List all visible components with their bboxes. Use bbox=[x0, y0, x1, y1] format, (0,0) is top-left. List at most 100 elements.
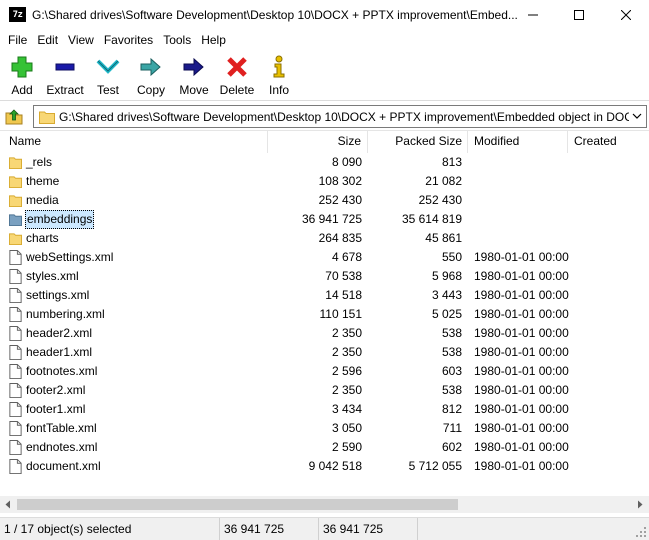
toolbar: Add Extract Test Copy Move Delete Info bbox=[0, 51, 649, 101]
file-packed-size: 5 712 055 bbox=[408, 459, 462, 473]
info-label: Info bbox=[268, 83, 289, 97]
chevron-down-icon[interactable] bbox=[632, 111, 642, 121]
folder-up-icon[interactable] bbox=[5, 107, 23, 125]
scroll-right-icon[interactable] bbox=[636, 500, 644, 509]
file-size: 110 151 bbox=[319, 307, 363, 321]
delete-icon bbox=[227, 57, 247, 77]
file-row[interactable]: footer1.xml 3 434 812 1980-01-01 00:00 bbox=[0, 400, 649, 419]
menu-view[interactable]: View bbox=[63, 30, 99, 50]
file-name: theme bbox=[26, 174, 60, 188]
file-icon bbox=[9, 269, 22, 284]
file-name: footnotes.xml bbox=[26, 364, 98, 378]
minimize-icon bbox=[528, 14, 538, 16]
file-packed-size: 711 bbox=[442, 421, 462, 435]
minimize-button[interactable] bbox=[510, 0, 556, 30]
file-row[interactable]: styles.xml 70 538 5 968 1980-01-01 00:00 bbox=[0, 267, 649, 286]
file-name: charts bbox=[26, 231, 59, 245]
info-button[interactable]: Info bbox=[266, 55, 292, 97]
status-bar: 1 / 17 object(s) selected 36 941 725 36 … bbox=[0, 517, 649, 540]
file-name: header1.xml bbox=[26, 345, 93, 359]
file-row[interactable]: numbering.xml 110 151 5 025 1980-01-01 00:0… bbox=[0, 305, 649, 324]
maximize-icon bbox=[574, 10, 584, 20]
address-field[interactable]: G:\Shared drives\Software Development\De… bbox=[33, 105, 647, 128]
menu-help[interactable]: Help bbox=[196, 30, 231, 50]
column-modified[interactable]: Modified bbox=[468, 131, 568, 153]
file-name: styles.xml bbox=[26, 269, 79, 283]
file-row[interactable]: document.xml 9 042 518 5 712 055 1980-01-01… bbox=[0, 457, 649, 476]
scroll-left-icon[interactable] bbox=[4, 500, 12, 509]
column-created[interactable]: Created bbox=[568, 131, 649, 153]
folder-row[interactable]: _rels 8 090 813 bbox=[0, 153, 649, 172]
file-modified: 1980-01-01 00:00 bbox=[474, 269, 569, 283]
menu-tools[interactable]: Tools bbox=[158, 30, 196, 50]
file-icon bbox=[9, 459, 22, 474]
file-size: 36 941 725 bbox=[301, 212, 362, 226]
file-modified: 1980-01-01 00:00 bbox=[474, 459, 569, 473]
file-row[interactable]: footnotes.xml 2 596 603 1980-01-01 00:00 bbox=[0, 362, 649, 381]
file-size: 2 350 bbox=[331, 345, 362, 359]
folder-icon bbox=[39, 111, 55, 124]
extract-button[interactable]: Extract bbox=[44, 55, 86, 97]
file-modified: 1980-01-01 00:00 bbox=[474, 364, 569, 378]
status-packed: 36 941 725 bbox=[319, 518, 418, 540]
file-row[interactable]: fontTable.xml 3 050 711 1980-01-01 00:00 bbox=[0, 419, 649, 438]
status-selection: 1 / 17 object(s) selected bbox=[0, 518, 220, 540]
file-packed-size: 5 968 bbox=[431, 269, 462, 283]
file-name: embeddings bbox=[25, 210, 95, 229]
file-packed-size: 5 025 bbox=[431, 307, 462, 321]
file-size: 70 538 bbox=[325, 269, 362, 283]
file-modified: 1980-01-01 00:00 bbox=[474, 326, 569, 340]
close-icon bbox=[621, 10, 631, 20]
maximize-button[interactable] bbox=[556, 0, 602, 30]
folder-icon bbox=[9, 233, 22, 245]
horizontal-scrollbar[interactable] bbox=[0, 496, 649, 513]
title-bar: 7z G:\Shared drives\Software Development… bbox=[0, 0, 649, 30]
file-name: _rels bbox=[26, 155, 53, 169]
file-modified: 1980-01-01 00:00 bbox=[474, 345, 569, 359]
folder-row[interactable]: theme 108 302 21 082 bbox=[0, 172, 649, 191]
folder-row[interactable]: media 252 430 252 430 bbox=[0, 191, 649, 210]
file-icon bbox=[9, 288, 22, 303]
file-row[interactable]: header2.xml 2 350 538 1980-01-01 00:00 bbox=[0, 324, 649, 343]
file-icon bbox=[9, 440, 22, 455]
file-size: 2 350 bbox=[331, 326, 362, 340]
file-row[interactable]: settings.xml 14 518 3 443 1980-01-01 00:00 bbox=[0, 286, 649, 305]
add-icon bbox=[11, 56, 33, 78]
file-packed-size: 538 bbox=[441, 383, 462, 397]
file-row[interactable]: header1.xml 2 350 538 1980-01-01 00:00 bbox=[0, 343, 649, 362]
scrollbar-thumb[interactable] bbox=[17, 499, 458, 510]
file-row[interactable]: footer2.xml 2 350 538 1980-01-01 00:00 bbox=[0, 381, 649, 400]
test-icon bbox=[96, 59, 120, 74]
file-row[interactable]: webSettings.xml 4 678 550 1980-01-01 00:00 bbox=[0, 248, 649, 267]
file-name: footer2.xml bbox=[26, 383, 86, 397]
file-name: document.xml bbox=[26, 459, 101, 473]
add-label: Add bbox=[11, 83, 33, 97]
menu-favorites[interactable]: Favorites bbox=[99, 30, 158, 50]
file-size: 2 350 bbox=[331, 383, 362, 397]
column-name[interactable]: Name bbox=[0, 131, 268, 153]
resize-grip-icon[interactable] bbox=[635, 526, 647, 538]
window-title: G:\Shared drives\Software Development\De… bbox=[32, 8, 518, 22]
folder-icon bbox=[9, 176, 22, 188]
test-button[interactable]: Test bbox=[94, 55, 122, 97]
delete-button[interactable]: Delete bbox=[219, 55, 255, 97]
close-button[interactable] bbox=[603, 0, 649, 30]
menu-edit[interactable]: Edit bbox=[32, 30, 63, 50]
extract-label: Extract bbox=[46, 83, 84, 97]
add-button[interactable]: Add bbox=[8, 55, 36, 97]
copy-icon bbox=[140, 57, 161, 77]
file-size: 3 050 bbox=[331, 421, 362, 435]
address-path: G:\Shared drives\Software Development\De… bbox=[59, 110, 629, 124]
column-size[interactable]: Size bbox=[268, 131, 368, 153]
move-button[interactable]: Move bbox=[177, 55, 211, 97]
file-packed-size: 21 082 bbox=[425, 174, 462, 188]
file-icon bbox=[9, 307, 22, 322]
file-icon bbox=[9, 421, 22, 436]
copy-button[interactable]: Copy bbox=[134, 55, 168, 97]
file-row[interactable]: endnotes.xml 2 590 602 1980-01-01 00:00 bbox=[0, 438, 649, 457]
folder-row[interactable]: embeddings 36 941 725 35 614 819 bbox=[0, 210, 649, 229]
menu-file[interactable]: File bbox=[3, 30, 32, 50]
folder-row[interactable]: charts 264 835 45 861 bbox=[0, 229, 649, 248]
column-packed-size[interactable]: Packed Size bbox=[368, 131, 468, 153]
file-modified: 1980-01-01 00:00 bbox=[474, 440, 569, 454]
